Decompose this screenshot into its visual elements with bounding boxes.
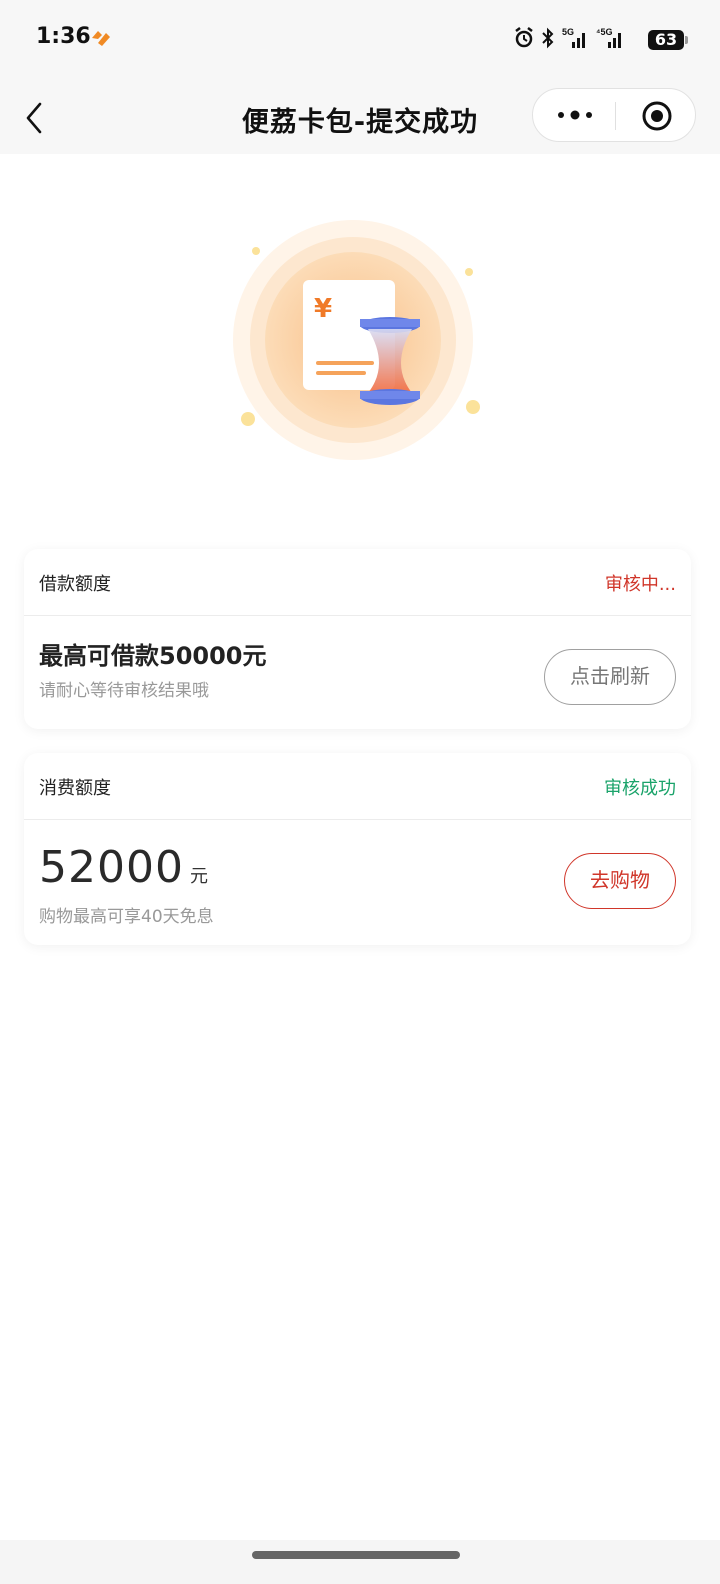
mini-program-capsule bbox=[532, 88, 696, 142]
signal-5g-icon-2: ⁴5G bbox=[596, 27, 621, 48]
svg-text:⁴5G: ⁴5G bbox=[596, 27, 612, 37]
consume-card-title: 消费额度 bbox=[39, 778, 111, 799]
go-shopping-button[interactable]: 去购物 bbox=[564, 853, 676, 909]
consume-limit-card: 消费额度 审核成功 52000 元 购物最高可享40天免息 去购物 bbox=[24, 753, 691, 945]
loan-card-title: 借款额度 bbox=[39, 574, 111, 595]
battery-icon: 63 bbox=[648, 30, 688, 50]
home-indicator[interactable] bbox=[252, 1551, 460, 1559]
loan-card-header: 借款额度 审核中... bbox=[24, 549, 691, 616]
consume-card-body: 52000 元 购物最高可享40天免息 去购物 bbox=[24, 820, 691, 945]
loan-card-body: 最高可借款50000元 请耐心等待审核结果哦 点击刷新 bbox=[24, 616, 691, 728]
consume-amount-row: 52000 元 bbox=[39, 842, 208, 893]
app-notification-icon bbox=[92, 31, 110, 46]
consume-status-text: 审核成功 bbox=[604, 778, 676, 799]
status-bar: 1:36 5G ⁴5G 63 bbox=[0, 0, 720, 80]
capsule-divider bbox=[615, 102, 616, 130]
loan-hint-text: 请耐心等待审核结果哦 bbox=[39, 681, 209, 701]
status-time: 1:36 bbox=[36, 24, 91, 49]
more-icon[interactable] bbox=[555, 103, 595, 127]
bottom-bar bbox=[0, 1540, 720, 1584]
svg-text:¥: ¥ bbox=[314, 294, 332, 324]
bluetooth-icon bbox=[542, 27, 554, 49]
alarm-icon bbox=[515, 27, 533, 48]
status-icons: 5G ⁴5G 63 bbox=[514, 26, 688, 56]
consume-amount: 52000 bbox=[39, 842, 184, 893]
pending-review-illustration: ¥ bbox=[233, 220, 480, 460]
refresh-button[interactable]: 点击刷新 bbox=[544, 649, 676, 705]
consume-hint-text: 购物最高可享40天免息 bbox=[39, 907, 214, 927]
loan-max-amount: 最高可借款50000元 bbox=[39, 642, 267, 670]
loan-status-text: 审核中... bbox=[604, 574, 676, 595]
close-target-icon[interactable] bbox=[641, 100, 673, 132]
signal-5g-icon: 5G bbox=[562, 27, 585, 48]
svg-text:5G: 5G bbox=[562, 27, 574, 37]
nav-bar: 便荔卡包-提交成功 bbox=[0, 80, 720, 154]
consume-card-header: 消费额度 审核成功 bbox=[24, 753, 691, 820]
loan-limit-card: 借款额度 审核中... 最高可借款50000元 请耐心等待审核结果哦 点击刷新 bbox=[24, 549, 691, 729]
consume-amount-unit: 元 bbox=[189, 866, 208, 887]
